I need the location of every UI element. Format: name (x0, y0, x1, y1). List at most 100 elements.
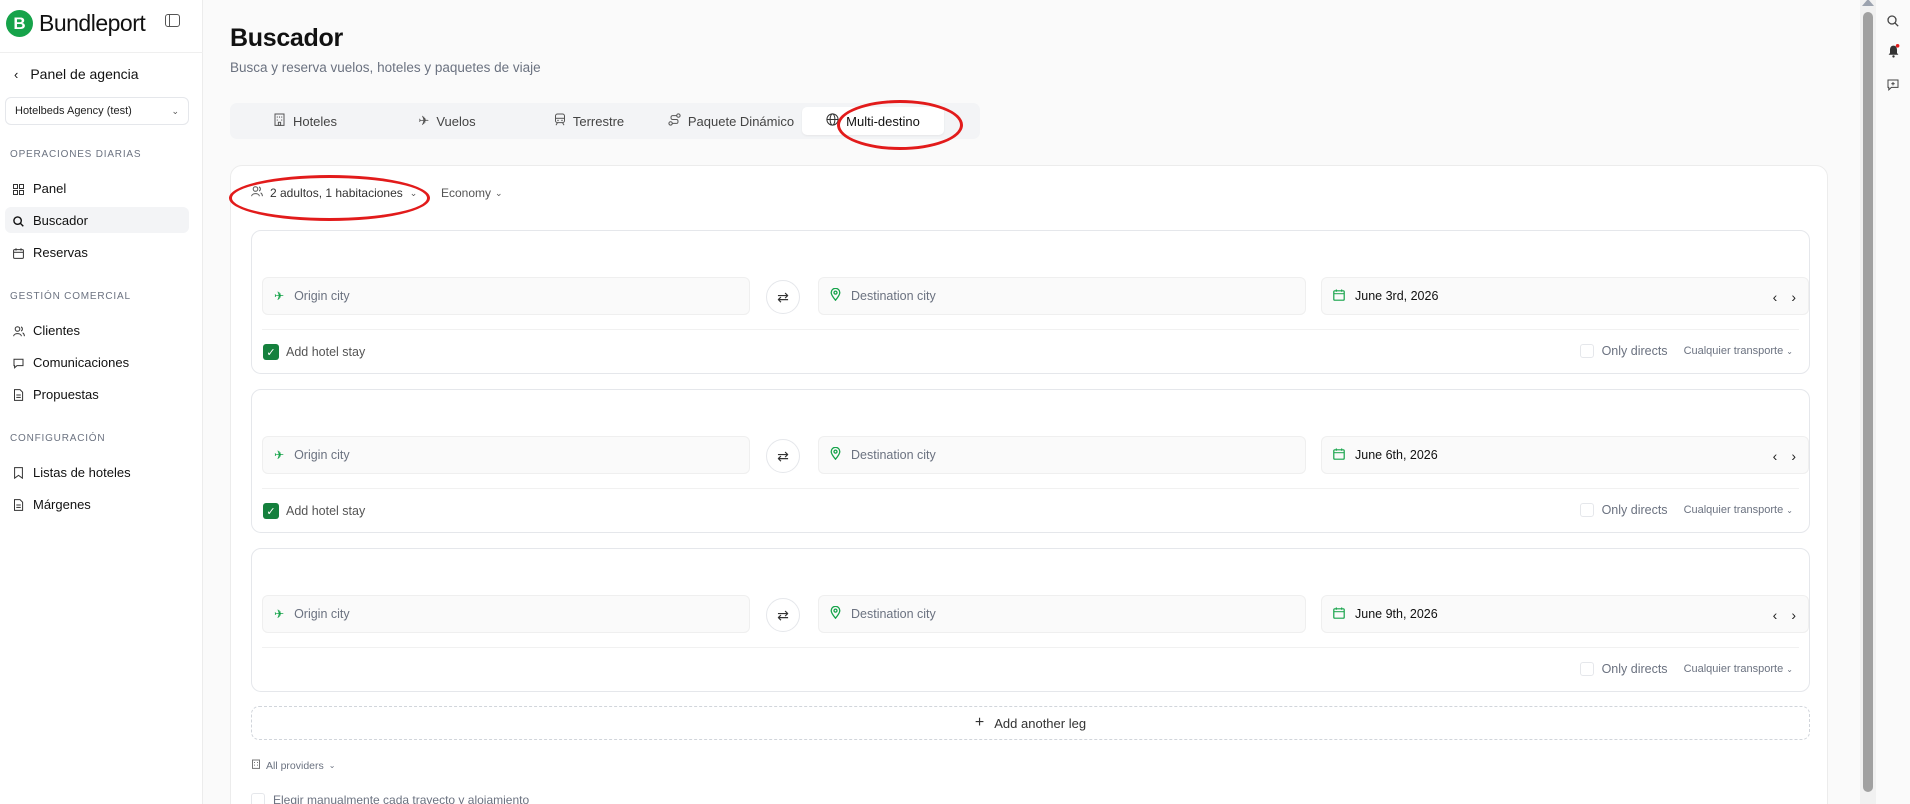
origin-city-input[interactable]: ✈ Origin city (262, 436, 750, 474)
origin-city-input[interactable]: ✈ Origin city (262, 277, 750, 315)
bell-icon[interactable] (1886, 44, 1900, 58)
tab-vuelos[interactable]: ✈ Vuelos (376, 107, 518, 135)
sidebar-item-label: Panel (33, 180, 67, 196)
calendar-icon (1333, 606, 1345, 622)
feedback-icon[interactable] (1886, 78, 1900, 92)
chevron-right-icon[interactable]: › (1791, 607, 1796, 623)
chat-icon (13, 357, 24, 369)
tab-terrestre[interactable]: Terrestre (518, 107, 660, 135)
plane-icon: ✈ (274, 448, 285, 462)
add-another-leg-button[interactable]: + Add another leg (251, 706, 1810, 740)
scroll-up-arrow-icon[interactable] (1862, 0, 1874, 6)
add-hotel-stay-checkbox[interactable]: ✓ Add hotel stay (263, 344, 365, 360)
globe-icon (826, 113, 839, 129)
sidebar-item-reservas[interactable]: Reservas (5, 239, 189, 265)
only-directs-label: Only directs (1601, 662, 1668, 676)
page-title: Buscador (230, 24, 343, 52)
tab-paquete-dinamico[interactable]: Paquete Dinámico (660, 107, 802, 135)
date-picker[interactable]: June 9th, 2026 ‹ › (1321, 595, 1809, 633)
manual-choose-checkbox[interactable]: Elegir manualmente cada trayecto y aloja… (251, 793, 529, 804)
sidebar-item-label: Comunicaciones (33, 354, 130, 370)
leg-options: Only directs Cualquier transporte ⌄ (1579, 503, 1793, 517)
add-hotel-stay-label: Add hotel stay (286, 504, 366, 518)
origin-city-placeholder: Origin city (294, 607, 350, 621)
tab-multi-destino[interactable]: Multi-destino (802, 107, 944, 135)
sidebar-item-label: Propuestas (33, 386, 99, 402)
chevron-left-icon[interactable]: ‹ (1773, 289, 1778, 305)
tab-hoteles[interactable]: Hoteles (234, 107, 376, 135)
transport-type-select[interactable]: Cualquier transporte ⌄ (1684, 504, 1793, 516)
sidebar-item-panel[interactable]: Panel (5, 175, 189, 201)
chevron-right-icon[interactable]: › (1791, 448, 1796, 464)
sidebar-item-label: Buscador (33, 212, 88, 228)
plane-icon: ✈ (274, 289, 285, 303)
logo-badge: B (6, 10, 33, 37)
destination-city-input[interactable]: Destination city (818, 595, 1306, 633)
chevron-left-icon[interactable]: ‹ (1773, 448, 1778, 464)
date-picker[interactable]: June 3rd, 2026 ‹ › (1321, 277, 1809, 315)
only-directs-label: Only directs (1601, 344, 1668, 358)
destination-city-input[interactable]: Destination city (818, 277, 1306, 315)
date-value: June 6th, 2026 (1355, 448, 1438, 462)
sidebar-toggle-icon[interactable] (165, 14, 180, 27)
tab-label: Terrestre (572, 113, 625, 129)
main-content: Buscador Busca y reserva vuelos, hoteles… (203, 0, 1860, 804)
plane-icon: ✈ (274, 607, 285, 621)
sidebar-item-listas-de-hoteles[interactable]: Listas de hoteles (5, 459, 189, 485)
section-label-gestion: GESTIÓN COMERCIAL (10, 291, 131, 302)
plane-icon: ✈ (418, 113, 430, 128)
swap-cities-button[interactable]: ⇄ (766, 439, 800, 473)
search-icon[interactable] (1886, 14, 1900, 28)
swap-cities-button[interactable]: ⇄ (766, 598, 800, 632)
sidebar-item-propuestas[interactable]: Propuestas (5, 381, 189, 407)
chevron-left-icon[interactable]: ‹ (1773, 607, 1778, 623)
chevron-down-icon: ⌄ (1786, 506, 1793, 515)
swap-icon: ⇄ (777, 606, 789, 623)
tab-label: Vuelos (436, 113, 476, 129)
train-icon (554, 113, 566, 129)
leg-card: ✈ Origin city ⇄ Destination city June 9t… (251, 548, 1810, 692)
providers-selector[interactable]: All providers ⌄ (251, 759, 335, 772)
map-pin-icon (830, 446, 841, 463)
passengers-rooms-selector[interactable]: 2 adultos, 1 habitaciones ⌄ (251, 186, 417, 200)
transport-type-select[interactable]: Cualquier transporte ⌄ (1684, 663, 1793, 675)
page-subtitle: Busca y reserva vuelos, hoteles y paquet… (230, 60, 541, 75)
only-directs-checkbox[interactable] (1579, 503, 1594, 517)
swap-cities-button[interactable]: ⇄ (766, 280, 800, 314)
search-icon (13, 215, 24, 227)
leg-divider (262, 488, 1799, 489)
add-hotel-stay-checkbox[interactable]: ✓ Add hotel stay (263, 503, 365, 519)
tab-label: Hoteles (292, 113, 338, 129)
sidebar-item-label: Listas de hoteles (33, 464, 131, 480)
bookmark-icon (13, 466, 24, 479)
tab-label: Paquete Dinámico (687, 113, 795, 129)
chevron-down-icon: ⌄ (1786, 347, 1793, 356)
transport-type-select[interactable]: Cualquier transporte ⌄ (1684, 345, 1793, 357)
sidebar-item-comunicaciones[interactable]: Comunicaciones (5, 349, 189, 375)
calendar-icon (1333, 447, 1345, 463)
date-value: June 9th, 2026 (1355, 607, 1438, 621)
scrollbar-thumb[interactable] (1863, 12, 1873, 792)
date-nav: ‹ › (1773, 596, 1796, 634)
cabin-class-selector[interactable]: Economy ⌄ (441, 186, 503, 200)
sidebar-item-margenes[interactable]: Márgenes (5, 491, 189, 517)
sidebar-item-clientes[interactable]: Clientes (5, 317, 189, 343)
only-directs-checkbox[interactable] (1579, 344, 1594, 358)
sidebar-item-buscador[interactable]: Buscador (5, 207, 189, 233)
right-rail (1876, 0, 1910, 804)
date-picker[interactable]: June 6th, 2026 ‹ › (1321, 436, 1809, 474)
leg-options: Only directs Cualquier transporte ⌄ (1579, 344, 1793, 358)
section-label-operaciones: OPERACIONES DIARIAS (10, 149, 142, 160)
agency-select[interactable]: Hotelbeds Agency (test) ⌄ (5, 97, 189, 125)
cabin-class-label: Economy (441, 186, 492, 200)
origin-city-placeholder: Origin city (294, 289, 350, 303)
chevron-right-icon[interactable]: › (1791, 289, 1796, 305)
destination-city-input[interactable]: Destination city (818, 436, 1306, 474)
passengers-rooms-label: 2 adultos, 1 habitaciones (270, 186, 403, 200)
add-hotel-stay-label: Add hotel stay (286, 345, 366, 359)
logo[interactable]: B Bundleport (6, 10, 146, 37)
origin-city-input[interactable]: ✈ Origin city (262, 595, 750, 633)
back-to-agency-panel-link[interactable]: ‹ Panel de agencia (14, 66, 139, 82)
only-directs-checkbox[interactable] (1579, 662, 1594, 676)
map-pin-icon (830, 287, 841, 304)
